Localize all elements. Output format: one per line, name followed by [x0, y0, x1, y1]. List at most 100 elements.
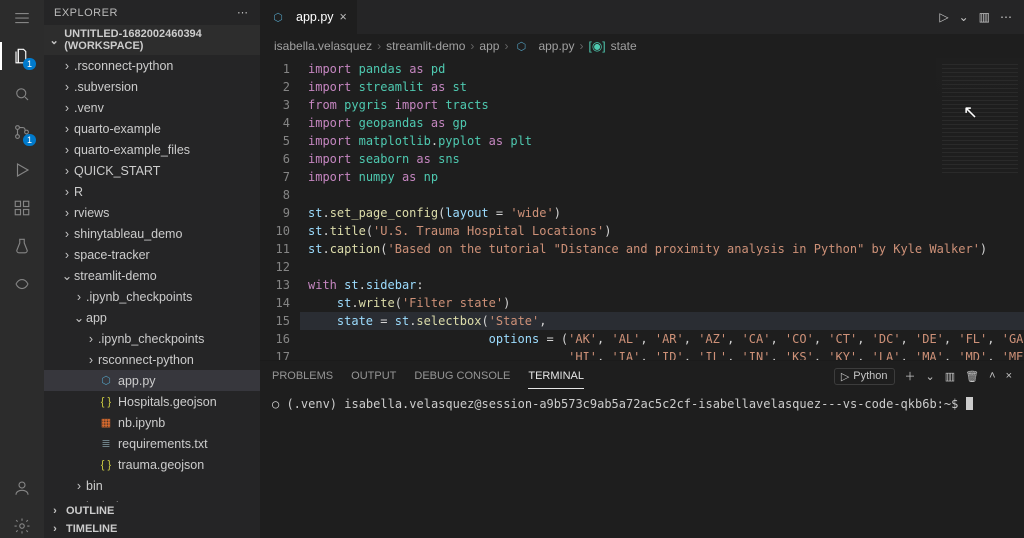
terminal-prompt: (.venv) isabella.velasquez@session-a9b57… [286, 397, 965, 411]
tab-terminal[interactable]: TERMINAL [528, 364, 584, 389]
timeline-section[interactable]: › TIMELINE [44, 520, 260, 538]
chevron-down-icon[interactable]: ⌄ [959, 10, 969, 24]
crumb[interactable]: state [611, 39, 637, 53]
split-editor-icon[interactable]: ▥ [979, 10, 990, 24]
folder-row[interactable]: ›space-tracker [44, 244, 260, 265]
terminal-cursor [966, 397, 973, 410]
python-file-icon: ⬡ [270, 9, 286, 25]
tab-label: app.py [296, 10, 334, 24]
code-editor[interactable]: 12345678910111213141516171819202122 impo… [260, 58, 1024, 360]
more-icon[interactable]: ⋯ [1000, 10, 1014, 24]
file-row[interactable]: ≣requirements.txt [44, 433, 260, 454]
folder-row[interactable]: ›rsconnect-python [44, 349, 260, 370]
tree-label: .subversion [74, 80, 138, 94]
folder-row[interactable]: ›quarto-example [44, 118, 260, 139]
twisty-icon: › [60, 143, 74, 157]
tree-label: space-tracker [74, 248, 150, 262]
folder-row[interactable]: ⌄streamlit-demo [44, 265, 260, 286]
tree-label: .ipynb_checkpoints [86, 290, 192, 304]
chevron-down-icon: ⌄ [48, 34, 60, 47]
folder-row[interactable]: ›QUICK_START [44, 160, 260, 181]
python-file-icon: ⬡ [98, 373, 114, 389]
explorer-icon[interactable]: 1 [10, 44, 34, 68]
terminal-launcher[interactable]: ▷ Python [834, 368, 895, 385]
chevron-right-icon: › [48, 523, 62, 535]
twisty-icon: ⌄ [60, 268, 74, 283]
twisty-icon: › [60, 59, 74, 73]
file-row[interactable]: { } Hospitals.geojson [44, 391, 260, 412]
run-debug-icon[interactable] [10, 158, 34, 182]
twisty-icon: › [72, 479, 86, 493]
tab-output[interactable]: OUTPUT [351, 364, 396, 388]
folder-row[interactable]: ›.venv [44, 97, 260, 118]
file-row[interactable]: ⬡app.py [44, 370, 260, 391]
folder-row[interactable]: ›quarto-example_files [44, 139, 260, 160]
breadcrumbs[interactable]: isabella.velasquez› streamlit-demo› app›… [260, 34, 1024, 58]
folder-row[interactable]: ›.rsconnect-python [44, 55, 260, 76]
tree-label: requirements.txt [118, 437, 208, 451]
close-panel-icon[interactable]: × [1006, 370, 1012, 382]
workspace-header[interactable]: ⌄ UNTITLED-1682002460394 (WORKSPACE) [44, 25, 260, 55]
twisty-icon: › [84, 332, 98, 346]
search-icon[interactable] [10, 82, 34, 106]
twisty-icon: › [60, 227, 74, 241]
json-file-icon: { } [98, 394, 114, 410]
terminal[interactable]: ○ (.venv) isabella.velasquez@session-a9b… [260, 391, 1024, 538]
crumb[interactable]: app.py [538, 39, 574, 53]
remote-icon[interactable] [10, 272, 34, 296]
tree-label: .ipynb_checkpoints [98, 332, 204, 346]
folder-row[interactable]: ⌄app [44, 307, 260, 328]
folder-row[interactable]: ›.subversion [44, 76, 260, 97]
panel-tabs: PROBLEMS OUTPUT DEBUG CONSOLE TERMINAL ▷… [260, 361, 1024, 391]
tree-label: quarto-example [74, 122, 161, 136]
bottom-panel: PROBLEMS OUTPUT DEBUG CONSOLE TERMINAL ▷… [260, 360, 1024, 538]
tree-label: R [74, 185, 83, 199]
menu-icon[interactable] [10, 6, 34, 30]
tab-app-py[interactable]: ⬡ app.py × [260, 0, 358, 34]
chevron-right-icon: › [48, 505, 62, 517]
editor-area: ⬡ app.py × ▷ ⌄ ▥ ⋯ isabella.velasquez› s… [260, 0, 1024, 538]
tree-label: quarto-example_files [74, 143, 190, 157]
folder-row[interactable]: ›.ipynb_checkpoints [44, 328, 260, 349]
minimap[interactable] [936, 58, 1024, 208]
file-row[interactable]: ▦nb.ipynb [44, 412, 260, 433]
folder-row[interactable]: ›rviews [44, 202, 260, 223]
launch-icon: ▷ [841, 370, 849, 383]
crumb[interactable]: app [479, 39, 499, 53]
maximize-panel-icon[interactable]: ˄ [989, 370, 995, 382]
folder-row[interactable]: ›.ipynb_checkpoints [44, 286, 260, 307]
python-file-icon: ⬡ [513, 38, 529, 54]
editor-tabs: ⬡ app.py × ▷ ⌄ ▥ ⋯ [260, 0, 1024, 34]
folder-row[interactable]: ›bin [44, 475, 260, 496]
new-terminal-icon[interactable]: ＋ [905, 368, 916, 384]
extensions-icon[interactable] [10, 196, 34, 220]
crumb[interactable]: isabella.velasquez [274, 39, 372, 53]
section-label: TIMELINE [66, 523, 117, 535]
explorer-header: EXPLORER ⋯ [44, 0, 260, 25]
testing-icon[interactable] [10, 234, 34, 258]
explorer-more-icon[interactable]: ⋯ [237, 6, 250, 19]
tree-label: .venv [74, 101, 104, 115]
source-control-icon[interactable]: 1 [10, 120, 34, 144]
panel-actions: ▷ Python ＋ ⌄ ▥ 🗑 ˄ × [834, 368, 1012, 385]
line-gutter: 12345678910111213141516171819202122 [260, 58, 300, 360]
workspace-name: UNTITLED-1682002460394 (WORKSPACE) [64, 28, 256, 52]
folder-row[interactable]: ›shinytableau_demo [44, 223, 260, 244]
tab-problems[interactable]: PROBLEMS [272, 364, 333, 388]
crumb[interactable]: streamlit-demo [386, 39, 465, 53]
tab-debug-console[interactable]: DEBUG CONSOLE [414, 364, 510, 388]
accounts-icon[interactable] [10, 476, 34, 500]
tree-label: Hospitals.geojson [118, 395, 217, 409]
run-icon[interactable]: ▷ [939, 10, 948, 24]
twisty-icon: › [60, 122, 74, 136]
settings-gear-icon[interactable] [10, 514, 34, 538]
split-terminal-icon[interactable]: ▥ [945, 370, 955, 383]
tree-label: QUICK_START [74, 164, 160, 178]
outline-section[interactable]: › OUTLINE [44, 502, 260, 520]
trash-icon[interactable]: 🗑 [965, 370, 979, 383]
file-row[interactable]: { }trauma.geojson [44, 454, 260, 475]
chevron-down-icon[interactable]: ⌄ [926, 370, 935, 383]
code-content[interactable]: import pandas as pdimport streamlit as s… [300, 58, 1024, 360]
close-icon[interactable]: × [340, 10, 347, 24]
folder-row[interactable]: ›R [44, 181, 260, 202]
